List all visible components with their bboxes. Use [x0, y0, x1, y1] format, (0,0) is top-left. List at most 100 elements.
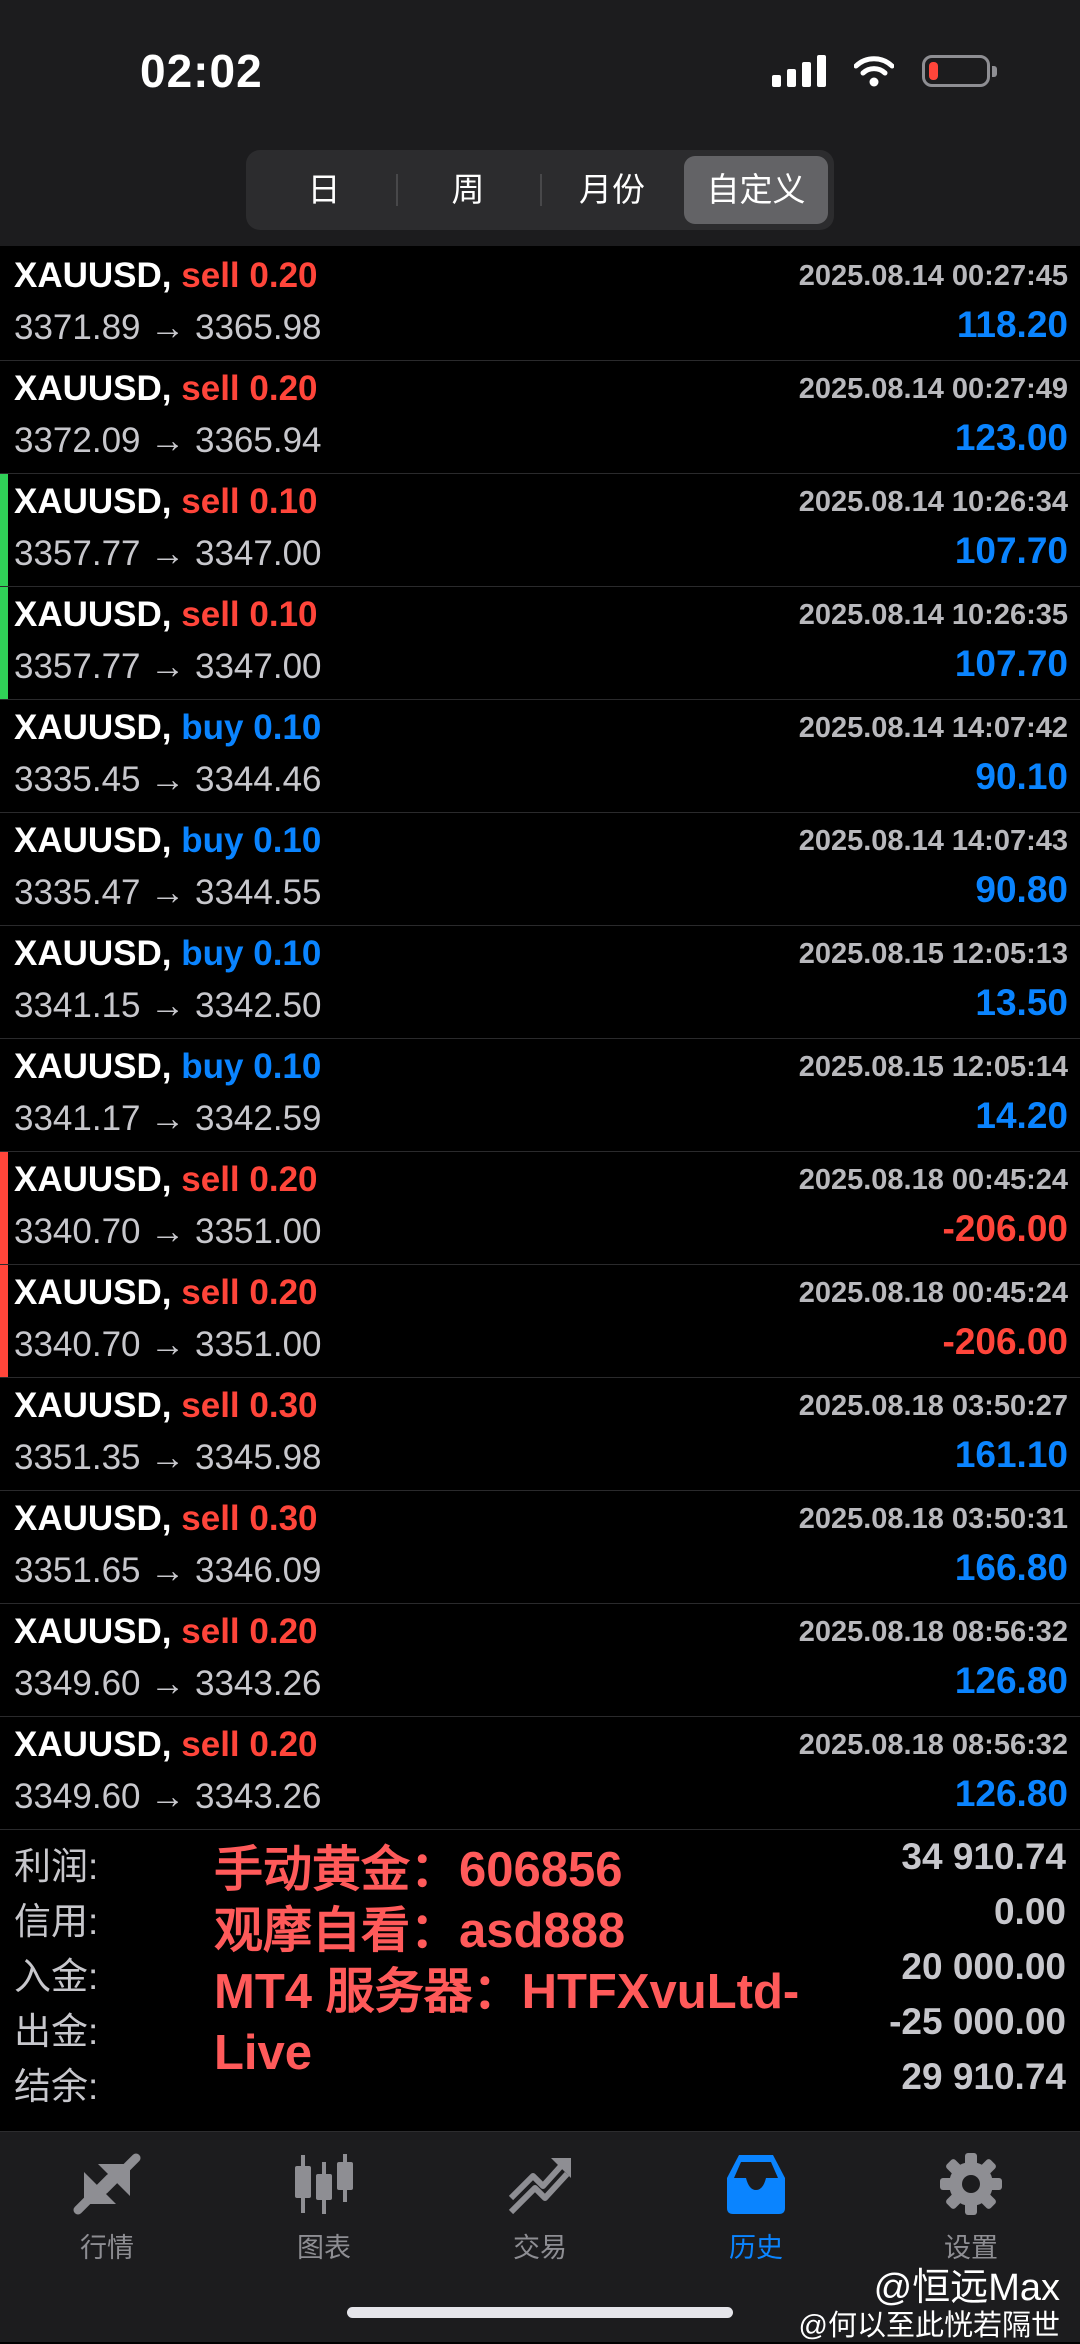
- trade-row[interactable]: XAUUSD, buy 0.10 2025.08.14 14:07:42 3335.…: [0, 700, 1080, 813]
- trade-prices: 3340.70 → 3351.00: [14, 1325, 322, 1365]
- trade-row[interactable]: XAUUSD, sell 0.20 2025.08.18 08:56:32 3349…: [0, 1717, 1080, 1830]
- trade-row[interactable]: XAUUSD, sell 0.10 2025.08.14 10:26:35 3357…: [0, 587, 1080, 700]
- trade-side: sell: [181, 1725, 240, 1764]
- trade-side: buy: [181, 1047, 244, 1086]
- tab-history[interactable]: 历史: [681, 2152, 831, 2292]
- trade-row[interactable]: XAUUSD, sell 0.20 2025.08.18 00:45:24 3340…: [0, 1265, 1080, 1378]
- trade-row[interactable]: XAUUSD, sell 0.20 2025.08.14 00:27:49 3372…: [0, 361, 1080, 474]
- trade-lots: 0.20: [249, 369, 318, 408]
- open-price: 3351.35: [14, 1438, 141, 1477]
- trade-symbol: XAUUSD,: [14, 821, 172, 860]
- trade-lots: 0.30: [249, 1499, 318, 1538]
- arrow-right-icon: →: [140, 1551, 195, 1590]
- trade-side: buy: [181, 934, 244, 973]
- trade-time: 2025.08.14 10:26:35: [798, 599, 1068, 631]
- trade-row[interactable]: XAUUSD, sell 0.30 2025.08.18 03:50:27 3351…: [0, 1378, 1080, 1491]
- tab-custom[interactable]: 自定义: [684, 156, 828, 224]
- trade-profit: -206.00: [942, 1208, 1069, 1249]
- arrow-right-icon: →: [140, 1099, 195, 1138]
- trade-prices: 3349.60 → 3343.26: [14, 1664, 322, 1704]
- tab-charts[interactable]: 图表: [249, 2152, 399, 2292]
- trade-marker: [0, 1039, 8, 1151]
- trade-profit: 14.20: [975, 1095, 1068, 1136]
- close-price: 3346.09: [194, 1551, 322, 1590]
- trade-side: sell: [181, 1273, 240, 1312]
- tab-label: 历史: [729, 2233, 783, 2263]
- close-price: 3365.98: [194, 308, 322, 347]
- arrow-right-icon: →: [140, 1438, 195, 1477]
- trade-symbol: XAUUSD,: [14, 1612, 172, 1651]
- close-price: 3344.46: [194, 760, 322, 799]
- trade-profit: -206.00: [942, 1321, 1069, 1362]
- tab-trade[interactable]: 交易: [465, 2152, 615, 2292]
- close-price: 3351.00: [194, 1212, 322, 1251]
- trade-time: 2025.08.14 14:07:43: [798, 825, 1068, 857]
- trade-header: XAUUSD, sell 0.20: [14, 1273, 318, 1313]
- close-price: 3347.00: [194, 534, 322, 573]
- trade-symbol: XAUUSD,: [14, 1160, 172, 1199]
- wifi-icon: [854, 56, 894, 87]
- home-indicator[interactable]: [347, 2307, 733, 2318]
- tab-quotes[interactable]: 行情: [32, 2152, 182, 2292]
- trade-marker: [0, 248, 8, 360]
- trade-time: 2025.08.14 00:27:49: [798, 373, 1068, 405]
- trade-profit: 13.50: [975, 982, 1068, 1023]
- trade-prices: 3371.89 → 3365.98: [14, 308, 322, 348]
- close-price: 3344.55: [194, 873, 322, 912]
- open-price: 3357.77: [14, 534, 141, 573]
- arrow-right-icon: →: [140, 308, 195, 347]
- arrow-right-icon: →: [140, 986, 195, 1025]
- tab-week[interactable]: 周: [396, 156, 540, 224]
- trade-lots: 0.20: [249, 1725, 318, 1764]
- overlay-line: MT4 服务器：HTFXvuLtd-: [214, 1965, 800, 2019]
- arrow-right-icon: →: [140, 534, 195, 573]
- tab-label: 行情: [80, 2233, 134, 2263]
- trade-lots: 0.20: [249, 1273, 318, 1312]
- trade-prices: 3351.35 → 3345.98: [14, 1438, 322, 1478]
- trade-row[interactable]: XAUUSD, buy 0.10 2025.08.15 12:05:13 3341.…: [0, 926, 1080, 1039]
- trade-symbol: XAUUSD,: [14, 482, 172, 521]
- tab-month[interactable]: 月份: [540, 156, 684, 224]
- trade-symbol: XAUUSD,: [14, 1499, 172, 1538]
- trade-history-list: XAUUSD, sell 0.20 2025.08.14 00:27:45 3371…: [0, 248, 1080, 1830]
- trade-row[interactable]: XAUUSD, buy 0.10 2025.08.15 12:05:14 3341.…: [0, 1039, 1080, 1152]
- trade-side: buy: [181, 821, 244, 860]
- trade-lots: 0.20: [249, 1612, 318, 1651]
- trade-row[interactable]: XAUUSD, sell 0.20 2025.08.18 08:56:32 3349…: [0, 1604, 1080, 1717]
- trade-row[interactable]: XAUUSD, sell 0.10 2025.08.14 10:26:34 3357…: [0, 474, 1080, 587]
- trade-symbol: XAUUSD,: [14, 1386, 172, 1425]
- trade-symbol: XAUUSD,: [14, 369, 172, 408]
- trade-header: XAUUSD, buy 0.10: [14, 1047, 321, 1087]
- trade-row[interactable]: XAUUSD, buy 0.10 2025.08.14 14:07:43 3335.…: [0, 813, 1080, 926]
- trade-header: XAUUSD, sell 0.20: [14, 1725, 318, 1765]
- trade-header: XAUUSD, sell 0.10: [14, 482, 318, 522]
- overlay-line: 观摩自看：asd888: [214, 1904, 626, 1958]
- trade-lots: 0.10: [253, 1047, 322, 1086]
- arrow-right-icon: →: [140, 647, 195, 686]
- tab-day[interactable]: 日: [252, 156, 396, 224]
- close-price: 3345.98: [194, 1438, 322, 1477]
- trade-header: XAUUSD, sell 0.20: [14, 1612, 318, 1652]
- trade-row[interactable]: XAUUSD, sell 0.20 2025.08.18 00:45:24 3340…: [0, 1152, 1080, 1265]
- overlay-line: Live: [214, 2026, 313, 2080]
- open-price: 3349.60: [14, 1664, 141, 1703]
- status-time: 02:02: [140, 45, 263, 97]
- trade-profit: 126.80: [954, 1660, 1068, 1701]
- trade-row[interactable]: XAUUSD, sell 0.30 2025.08.18 03:50:31 3351…: [0, 1491, 1080, 1604]
- trade-profit: 161.10: [954, 1434, 1068, 1475]
- trade-marker: [0, 1717, 8, 1829]
- trade-marker: [0, 1265, 8, 1377]
- close-price: 3365.94: [194, 421, 322, 460]
- trade-symbol: XAUUSD,: [14, 1273, 172, 1312]
- trade-time: 2025.08.18 08:56:32: [798, 1729, 1068, 1761]
- trade-symbol: XAUUSD,: [14, 708, 172, 747]
- close-price: 3351.00: [194, 1325, 322, 1364]
- close-price: 3342.50: [194, 986, 322, 1025]
- trade-side: sell: [181, 1160, 240, 1199]
- trade-side: sell: [181, 595, 240, 634]
- trade-profit: 126.80: [954, 1773, 1068, 1814]
- trade-prices: 3349.60 → 3343.26: [14, 1777, 322, 1817]
- arrow-right-icon: →: [140, 1212, 195, 1251]
- trade-row[interactable]: XAUUSD, sell 0.20 2025.08.14 00:27:45 3371…: [0, 248, 1080, 361]
- trade-marker: [0, 1152, 8, 1264]
